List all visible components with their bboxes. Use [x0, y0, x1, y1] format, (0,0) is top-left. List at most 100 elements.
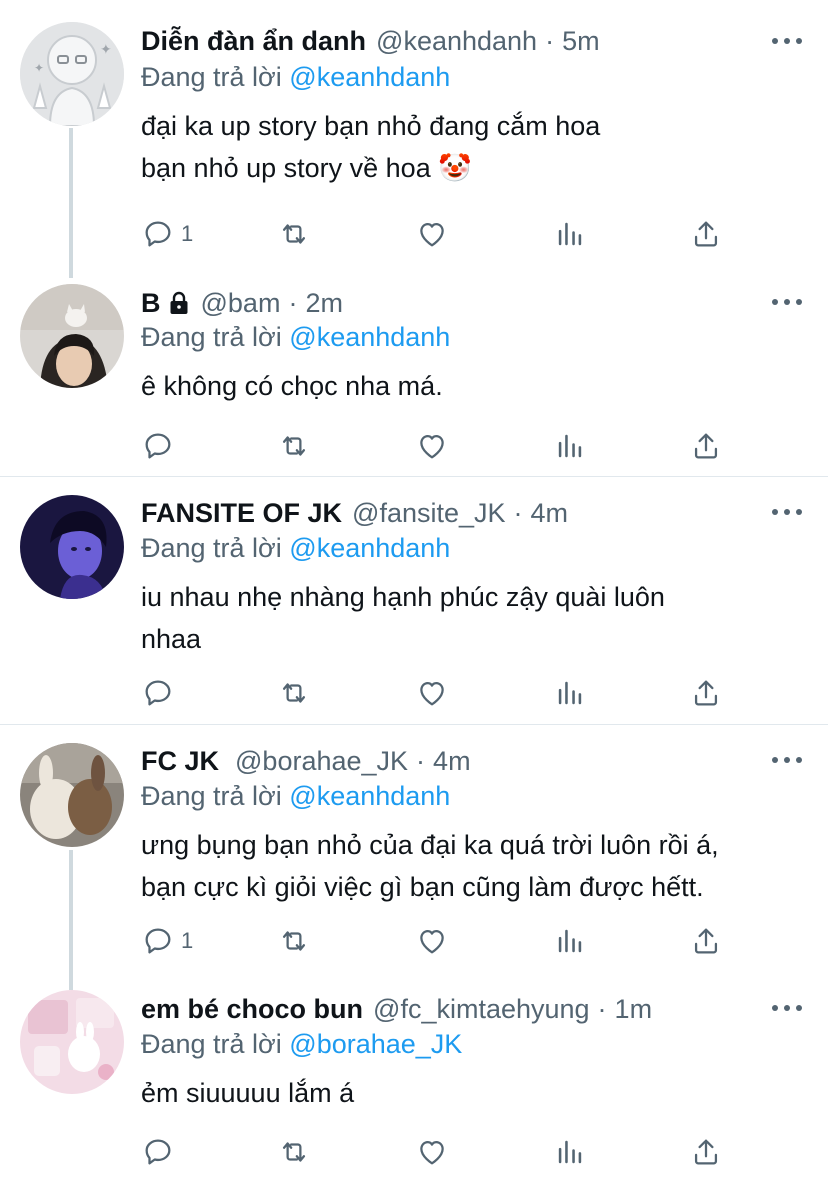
- tweet[interactable]: FC JK @borahae_JK · 4m Đang trả lời @kea…: [0, 725, 828, 985]
- share-icon: [694, 221, 718, 247]
- reply-icon: [145, 221, 171, 247]
- timestamp[interactable]: 2m: [305, 288, 343, 319]
- retweet-button[interactable]: [277, 214, 311, 254]
- svg-text:✦: ✦: [34, 61, 44, 75]
- more-icon[interactable]: [772, 507, 802, 517]
- analytics-icon: [558, 1140, 582, 1164]
- purple-portrait-photo-icon: [20, 495, 124, 599]
- reply-mention[interactable]: @keanhdanh: [289, 533, 450, 563]
- user-handle[interactable]: @fansite_JK: [352, 498, 505, 529]
- like-icon: [420, 222, 444, 247]
- reply-mention[interactable]: @keanhdanh: [289, 62, 450, 92]
- avatar[interactable]: [20, 284, 124, 388]
- timestamp[interactable]: 1m: [615, 994, 653, 1025]
- tweet-text-line: bạn cực kì giỏi việc gì bạn cũng làm đượ…: [141, 872, 704, 902]
- share-button[interactable]: [689, 921, 723, 961]
- reply-prefix: Đang trả lời: [141, 533, 282, 563]
- separator-dot: ·: [513, 497, 523, 528]
- reply-button[interactable]: [141, 426, 181, 466]
- reply-button[interactable]: 1: [141, 214, 193, 254]
- like-button[interactable]: [415, 426, 449, 466]
- tweet[interactable]: em bé choco bun @fc_kimtaehyung · 1m Đan…: [0, 985, 828, 1182]
- more-icon[interactable]: [772, 1003, 802, 1013]
- tweet-text-line: ẻm siuuuuu lắm á: [141, 1078, 355, 1108]
- tweet[interactable]: ✦ ✦ Diễn đàn ẩn danh @keanhdanh · 5m Đan…: [0, 0, 828, 270]
- display-name[interactable]: em bé choco bun: [141, 994, 363, 1025]
- like-button[interactable]: [415, 1132, 449, 1172]
- replying-to: Đang trả lời @borahae_JK: [141, 1029, 462, 1060]
- share-button[interactable]: [689, 426, 723, 466]
- retweet-icon: [282, 224, 306, 244]
- share-icon: [694, 928, 718, 954]
- tweet-text-line: ê không có chọc nha má.: [141, 371, 443, 401]
- like-icon: [420, 434, 444, 459]
- replying-to: Đang trả lời @keanhdanh: [141, 781, 450, 812]
- action-bar: [141, 426, 741, 466]
- more-icon[interactable]: [772, 36, 802, 46]
- reply-prefix: Đang trả lời: [141, 62, 282, 92]
- analytics-button[interactable]: [553, 214, 587, 254]
- like-button[interactable]: [415, 673, 449, 713]
- like-button[interactable]: [415, 214, 449, 254]
- retweet-button[interactable]: [277, 921, 311, 961]
- reply-icon: [145, 680, 171, 706]
- reply-mention[interactable]: @keanhdanh: [289, 781, 450, 811]
- action-bar: [141, 673, 741, 713]
- tweet[interactable]: B @bam · 2m Đang trả lời @keanhdanh ê kh…: [0, 270, 828, 476]
- avatar[interactable]: [20, 743, 124, 847]
- reply-button[interactable]: [141, 1132, 181, 1172]
- timestamp[interactable]: 4m: [531, 498, 569, 529]
- share-button[interactable]: [689, 214, 723, 254]
- share-icon: [694, 680, 718, 706]
- analytics-icon: [558, 929, 582, 953]
- reply-mention[interactable]: @borahae_JK: [289, 1029, 462, 1059]
- analytics-button[interactable]: [553, 1132, 587, 1172]
- separator-dot: ·: [597, 993, 607, 1024]
- more-icon[interactable]: [772, 297, 802, 307]
- reply-button[interactable]: [141, 673, 181, 713]
- user-handle[interactable]: @borahae_JK: [235, 746, 408, 777]
- tweet-text-line: đại ka up story bạn nhỏ đang cắm hoa: [141, 111, 601, 141]
- display-name[interactable]: FC JK: [141, 746, 219, 777]
- analytics-button[interactable]: [553, 426, 587, 466]
- tweet-text-line: ưng bụng bạn nhỏ của đại ka quá trời luô…: [141, 830, 719, 860]
- like-button[interactable]: [415, 921, 449, 961]
- separator-dot: ·: [416, 745, 426, 776]
- timestamp[interactable]: 4m: [433, 746, 471, 777]
- analytics-button[interactable]: [553, 673, 587, 713]
- retweet-button[interactable]: [277, 673, 311, 713]
- reply-icon: [145, 433, 171, 459]
- reply-mention[interactable]: @keanhdanh: [289, 322, 450, 352]
- display-name[interactable]: B: [141, 288, 161, 319]
- display-name[interactable]: Diễn đàn ẩn danh: [141, 26, 366, 57]
- avatar[interactable]: [20, 990, 124, 1094]
- cat-person-photo-icon: [20, 284, 124, 388]
- more-icon[interactable]: [772, 755, 802, 765]
- retweet-icon: [282, 931, 306, 951]
- share-button[interactable]: [689, 673, 723, 713]
- like-icon: [420, 1140, 444, 1165]
- tweet-text: ẻm siuuuuu lắm á: [141, 1072, 821, 1114]
- retweet-icon: [282, 436, 306, 456]
- user-handle[interactable]: @bam: [201, 288, 281, 319]
- retweet-button[interactable]: [277, 1132, 311, 1172]
- tweet-text-line: nhaa: [141, 624, 202, 654]
- user-handle[interactable]: @keanhdanh: [376, 26, 537, 57]
- share-button[interactable]: [689, 1132, 723, 1172]
- reply-count: 1: [181, 928, 194, 953]
- analytics-button[interactable]: [553, 921, 587, 961]
- tweet[interactable]: FANSITE OF JK @fansite_JK · 4m Đang trả …: [0, 477, 828, 724]
- retweet-button[interactable]: [277, 426, 311, 466]
- timestamp[interactable]: 5m: [562, 26, 600, 57]
- avatar[interactable]: [20, 495, 124, 599]
- replying-to: Đang trả lời @keanhdanh: [141, 533, 450, 564]
- display-name[interactable]: FANSITE OF JK: [141, 498, 342, 529]
- action-bar: 1: [141, 214, 741, 254]
- avatar[interactable]: ✦ ✦: [20, 22, 124, 126]
- share-icon: [694, 1139, 718, 1165]
- user-handle[interactable]: @fc_kimtaehyung: [373, 994, 590, 1025]
- pink-collage-photo-icon: [20, 990, 124, 1094]
- reply-button[interactable]: 1: [141, 921, 193, 961]
- tweet-text: iu nhau nhẹ nhàng hạnh phúc zậy quài luô…: [141, 576, 821, 660]
- share-icon: [694, 433, 718, 459]
